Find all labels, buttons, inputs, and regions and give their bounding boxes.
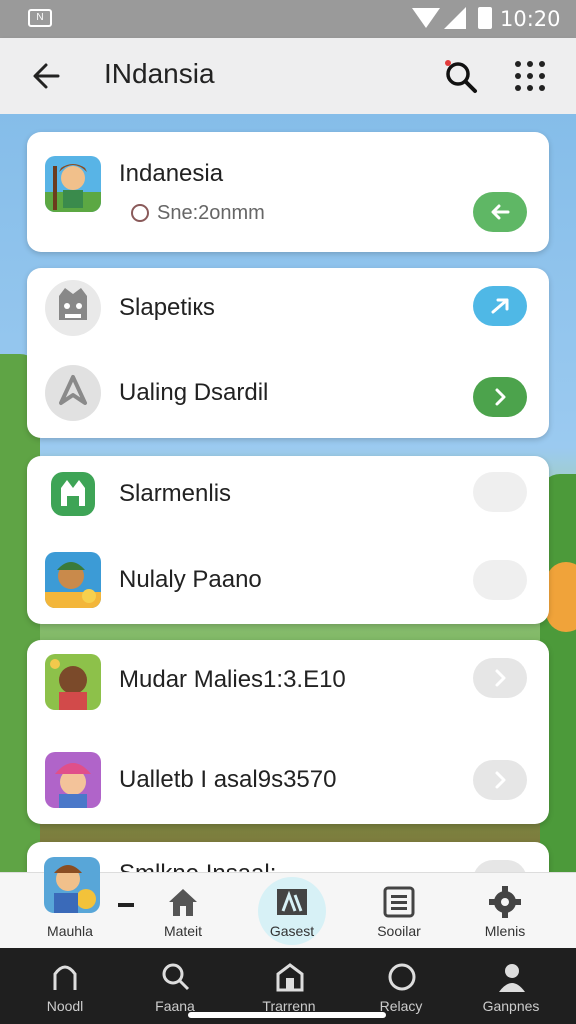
status-time: 10:20	[500, 7, 561, 31]
wifi-icon	[412, 8, 440, 28]
signal-icon	[444, 7, 466, 29]
android-icon	[45, 466, 101, 522]
card-profile: Indanesia Sne:2onmm	[27, 132, 549, 252]
item-title: Slapetiкs	[119, 294, 215, 321]
tab-label: Mlenis	[484, 923, 526, 939]
search-button[interactable]	[442, 58, 480, 96]
list-item[interactable]: Ualing Dsardil	[27, 353, 549, 438]
toggle-button[interactable]	[473, 560, 527, 600]
dash-icon	[118, 903, 134, 907]
nav-label: Ganpnes	[482, 998, 540, 1014]
list-item[interactable]: Mudar Malies1:3.E10	[27, 640, 549, 724]
system-nav-bar: Noodl Faana Trarrenn Relacy Ganpnes	[0, 948, 576, 1024]
search-icon	[162, 963, 190, 991]
arch-icon	[53, 965, 77, 990]
cat-icon	[45, 280, 101, 336]
chevron-right-icon	[495, 388, 506, 406]
arrow-back-icon	[33, 63, 60, 89]
tab-label: Gasest	[269, 923, 315, 939]
list-icon	[383, 886, 415, 918]
person-icon	[499, 964, 525, 992]
toggle-button[interactable]	[473, 472, 527, 512]
character-avatar-icon	[45, 156, 101, 212]
item-title: Ualing Dsardil	[119, 379, 269, 406]
more-menu-button[interactable]	[510, 56, 550, 96]
arrow-left-icon	[491, 204, 510, 220]
card-group-4: Mudar Malies1:3.E10 Ualletb I asal9s3570	[27, 640, 549, 824]
chevron-right-icon	[495, 669, 506, 687]
item-title: Indanesia	[119, 160, 224, 187]
sim-icon: N	[28, 9, 52, 27]
nav-label: Noodl	[46, 998, 84, 1014]
character-avatar-icon	[45, 552, 101, 608]
item-title: Ualletb I asal9s3570	[119, 766, 337, 793]
chevron-right-icon	[495, 771, 506, 789]
tab-label: Mauhla	[47, 923, 93, 939]
action-button[interactable]	[473, 658, 527, 698]
gear-icon	[489, 886, 521, 918]
avatar-icon	[44, 857, 100, 913]
list-item[interactable]: Indanesia Sne:2onmm	[27, 132, 549, 252]
bird-icon	[45, 365, 101, 421]
tab-mauhla[interactable]: Mauhla	[26, 857, 100, 949]
list-item[interactable]: Slarmenlis	[27, 456, 549, 536]
action-button[interactable]	[473, 377, 527, 417]
status-bar: N 10:20	[0, 0, 576, 38]
app-bottom-nav: Mauhla Mateit Gasest Sooilar Mlenis	[0, 857, 576, 949]
home-icon	[169, 889, 197, 916]
character-avatar-icon	[45, 752, 101, 808]
house-icon	[276, 963, 304, 992]
back-button[interactable]	[28, 56, 68, 96]
card-group-3: Slarmenlis Nulaly Paano	[27, 456, 549, 624]
tab-label: Mateit	[163, 923, 203, 939]
card-group-2: Slapetiкs Ualing Dsardil	[27, 268, 549, 438]
list-item[interactable]: Slapetiкs	[27, 268, 549, 353]
character-avatar-icon	[45, 654, 101, 710]
item-title: Mudar Malies1:3.E10	[119, 666, 346, 693]
app-bar: INdansia	[0, 38, 576, 114]
action-button[interactable]	[473, 192, 527, 232]
tab-mateit[interactable]: Mateit	[138, 873, 228, 949]
item-title: Slarmenlis	[119, 480, 232, 507]
action-button[interactable]	[473, 286, 527, 326]
scenery-orange-block	[546, 562, 576, 632]
list-item[interactable]: Nulaly Paano	[27, 540, 549, 624]
arrow-icon	[491, 298, 509, 314]
tab-mlenis[interactable]: Mlenis	[460, 873, 550, 949]
list-item[interactable]: Ualletb I asal9s3570	[27, 740, 549, 824]
home-gesture-handle[interactable]	[188, 1012, 386, 1018]
nav-noodl[interactable]: Noodl	[20, 948, 110, 1024]
nav-ganpnes[interactable]: Ganpnes	[466, 948, 556, 1024]
info-icon	[131, 204, 149, 222]
page-title: INdansia	[104, 58, 215, 89]
grid-dots-icon	[515, 61, 545, 91]
item-title: Nulaly Paano	[119, 566, 262, 593]
battery-icon	[478, 7, 492, 29]
search-icon	[445, 60, 477, 93]
item-subtitle: Sne:2onmm	[157, 202, 265, 224]
tab-label: Sooilar	[377, 923, 421, 939]
grid-icon	[277, 889, 307, 915]
action-button[interactable]	[473, 760, 527, 800]
tab-gasest[interactable]: Gasest	[247, 873, 337, 949]
tab-sooilar[interactable]: Sooilar	[354, 873, 444, 949]
circle-icon	[388, 963, 416, 991]
